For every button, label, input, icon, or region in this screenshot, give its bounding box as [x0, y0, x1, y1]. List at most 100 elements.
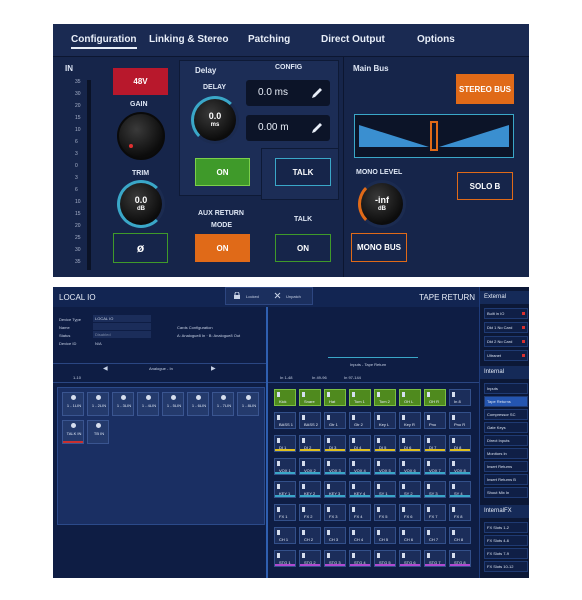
list-item[interactable]: Dkt 1 No Card — [484, 322, 528, 333]
phase-invert-button[interactable]: ø — [113, 233, 168, 263]
slot[interactable]: 1 - 2LIN — [87, 392, 109, 416]
slot[interactable]: 1 - 7LIN — [212, 392, 234, 416]
channel-cell[interactable]: STG 6 — [399, 550, 421, 567]
channel-cell[interactable]: VOX 8 — [449, 458, 471, 475]
channel-cell[interactable]: VOX 3 — [324, 458, 346, 475]
pan-display[interactable] — [354, 114, 514, 158]
channel-cell[interactable]: CH 5 — [374, 527, 396, 544]
channel-cell[interactable]: CH 1 — [274, 527, 296, 544]
lock-icon[interactable] — [234, 292, 240, 299]
slot[interactable]: TALK IN — [62, 420, 84, 444]
channel-cell[interactable]: CH 4 — [349, 527, 371, 544]
channel-cell[interactable]: VOX 1 — [274, 458, 296, 475]
list-item[interactable]: Dkt 2 No Card — [484, 336, 528, 347]
channel-cell[interactable]: Kick — [274, 389, 296, 406]
channel-cell[interactable]: VOX 5 — [374, 458, 396, 475]
channel-cell[interactable]: DI 5 — [374, 435, 396, 452]
aux-return-on-button[interactable]: ON — [195, 234, 250, 262]
channel-cell[interactable]: FX 1 — [274, 504, 296, 521]
channel-cell[interactable]: FX 2 — [299, 504, 321, 521]
channel-cell[interactable]: Tom 2 — [374, 389, 396, 406]
channel-cell[interactable]: OH L — [399, 389, 421, 406]
channel-cell[interactable]: Hat — [324, 389, 346, 406]
channel-cell[interactable]: FX 7 — [424, 504, 446, 521]
list-item[interactable]: Compressor SC — [484, 409, 528, 420]
range-tab-3[interactable]: In 97-144 — [344, 375, 361, 380]
list-item-selected[interactable]: Tape Returns — [484, 396, 528, 407]
channel-cell[interactable]: STG 7 — [424, 550, 446, 567]
slot[interactable]: 1 - 4LIN — [137, 392, 159, 416]
channel-cell[interactable]: Tom 1 — [349, 389, 371, 406]
tab-linking-stereo[interactable]: Linking & Stereo — [149, 34, 228, 45]
channel-cell[interactable]: SY 4 — [449, 481, 471, 498]
list-item[interactable]: FX Slots 1-2 — [484, 522, 528, 533]
channel-cell[interactable]: STG 8 — [449, 550, 471, 567]
slot[interactable]: 1 - 1LIN — [62, 392, 84, 416]
channel-cell[interactable]: STG 2 — [299, 550, 321, 567]
channel-cell[interactable]: KEY 1 — [274, 481, 296, 498]
delay-knob[interactable]: 0.0 ms — [191, 96, 239, 144]
channel-cell[interactable]: CH 7 — [424, 527, 446, 544]
close-icon[interactable] — [274, 292, 281, 299]
solo-b-button[interactable]: SOLO B — [457, 172, 513, 200]
list-item[interactable]: FX Slots 7-9 — [484, 548, 528, 559]
list-item[interactable]: Ultranet — [484, 350, 528, 361]
delay-m-field[interactable]: 0.00 m — [246, 115, 330, 141]
channel-cell[interactable]: FX 6 — [399, 504, 421, 521]
list-item[interactable]: Insert Returns — [484, 461, 528, 472]
mono-bus-button[interactable]: MONO BUS — [351, 233, 407, 262]
list-item[interactable]: Built in IO — [484, 308, 528, 319]
channel-cell[interactable]: KEY 2 — [299, 481, 321, 498]
channel-cell[interactable]: DI 4 — [349, 435, 371, 452]
channel-cell[interactable]: FX 5 — [374, 504, 396, 521]
channel-cell[interactable]: SY 3 — [424, 481, 446, 498]
prev-arrow-icon[interactable]: ◀ — [103, 365, 108, 372]
channel-cell[interactable]: Gtr 2 — [349, 412, 371, 429]
next-arrow-icon[interactable]: ▶ — [211, 365, 216, 372]
list-item[interactable]: FX Slots 4-6 — [484, 535, 528, 546]
list-item[interactable]: FX Slots 10-12 — [484, 561, 528, 572]
stereo-bus-button[interactable]: STEREO BUS — [456, 74, 514, 104]
tab-direct-output[interactable]: Direct Output — [321, 34, 385, 45]
range-tab-left[interactable]: 1-10 — [73, 375, 81, 380]
channel-cell[interactable]: FX 8 — [449, 504, 471, 521]
tab-patching[interactable]: Patching — [248, 34, 290, 45]
edit-pencil-icon[interactable] — [310, 121, 324, 135]
channel-cell[interactable]: STG 1 — [274, 550, 296, 567]
external-header[interactable]: External — [480, 291, 529, 304]
slot[interactable]: TB IN — [87, 420, 109, 444]
channel-cell[interactable]: CH 3 — [324, 527, 346, 544]
internalfx-header[interactable]: InternalFX — [480, 505, 529, 518]
list-item[interactable]: Insert Returns B — [484, 474, 528, 485]
channel-cell[interactable]: DI 2 — [299, 435, 321, 452]
channel-cell[interactable]: CH 6 — [399, 527, 421, 544]
talk-on-button[interactable]: ON — [275, 234, 331, 262]
channel-cell[interactable]: DI 3 — [324, 435, 346, 452]
internal-header[interactable]: Internal — [480, 366, 529, 379]
channel-cell[interactable]: Gtr 1 — [324, 412, 346, 429]
channel-cell[interactable]: DI 7 — [424, 435, 446, 452]
name-field[interactable] — [93, 323, 151, 330]
talk-button[interactable]: TALK — [275, 158, 331, 186]
phantom-power-button[interactable]: 48V — [113, 68, 168, 95]
channel-cell[interactable]: VOX 7 — [424, 458, 446, 475]
tab-configuration[interactable]: Configuration — [71, 34, 137, 49]
channel-cell[interactable]: FX 3 — [324, 504, 346, 521]
channel-cell[interactable]: Pno — [424, 412, 446, 429]
channel-cell[interactable]: VOX 6 — [399, 458, 421, 475]
channel-cell[interactable]: STG 3 — [324, 550, 346, 567]
channel-cell[interactable]: VOX 4 — [349, 458, 371, 475]
list-item[interactable]: Gate Keys — [484, 422, 528, 433]
range-tab-1[interactable]: In 1-48 — [280, 375, 292, 380]
edit-pencil-icon[interactable] — [310, 86, 324, 100]
channel-cell[interactable]: SY 2 — [399, 481, 421, 498]
list-item[interactable]: Shout Mix In — [484, 487, 528, 498]
list-item[interactable]: Direct Inputs — [484, 435, 528, 446]
slot[interactable]: 1 - 6LIN — [187, 392, 209, 416]
channel-cell[interactable]: DI 6 — [399, 435, 421, 452]
delay-ms-field[interactable]: 0.0 ms — [246, 80, 330, 106]
gain-knob[interactable] — [117, 112, 165, 160]
channel-cell[interactable]: BASS 1 — [274, 412, 296, 429]
mono-level-knob[interactable]: -inf dB — [358, 180, 406, 228]
channel-cell[interactable]: KEY 4 — [349, 481, 371, 498]
